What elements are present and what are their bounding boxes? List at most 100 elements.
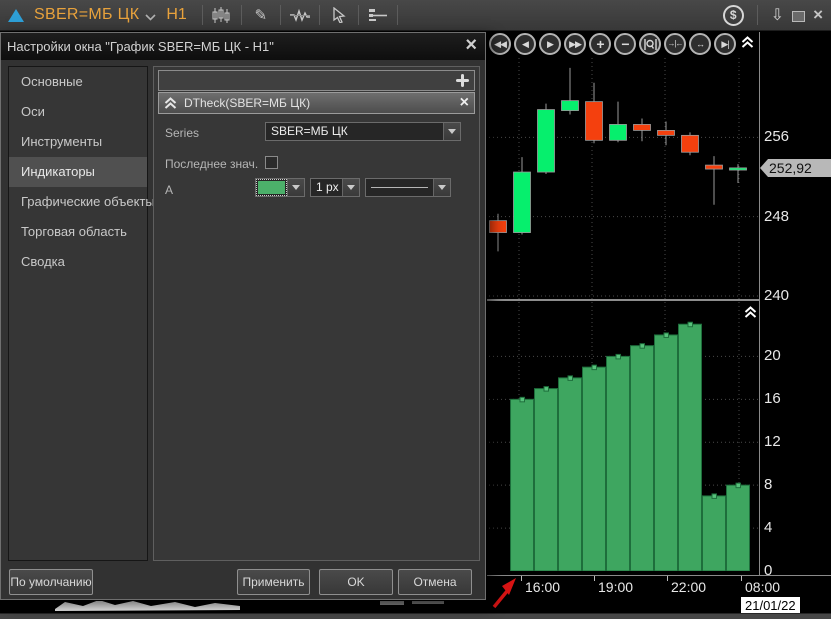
- sidebar-item[interactable]: Основные: [9, 67, 147, 97]
- zoom-in-icon[interactable]: +: [589, 33, 611, 55]
- app-logo-icon: [8, 9, 24, 22]
- last-value-label: Последнее знач.: [165, 157, 258, 171]
- line-a-label: A: [165, 183, 173, 197]
- step-backward-icon[interactable]: ◀: [514, 33, 536, 55]
- time-axis-tick: [741, 576, 742, 581]
- main-toolbar: SBER=МБ ЦК H1 ✎: [0, 0, 831, 31]
- watermark-logo: [55, 598, 255, 612]
- time-axis-tick: [594, 576, 595, 581]
- series-label: Series: [165, 126, 199, 140]
- candlestick-chart: [485, 58, 759, 299]
- chart-nav-toolbar: ◀◀◀▶▶▶+−→|←↔▶|: [489, 33, 736, 57]
- time-axis-label: 22:00: [671, 579, 706, 595]
- line-style-sample: [366, 179, 433, 196]
- download-icon[interactable]: ⇩: [771, 5, 784, 25]
- go-to-end-icon[interactable]: ▶|: [714, 33, 736, 55]
- zoom-out-icon[interactable]: −: [614, 33, 636, 55]
- series-value: SBER=МБ ЦК: [266, 123, 443, 140]
- levels-icon[interactable]: [364, 3, 392, 27]
- price-axis-label: 248: [764, 208, 789, 225]
- indicator-panel-icon[interactable]: [286, 3, 314, 27]
- value-axis-label: 8: [764, 476, 772, 493]
- sidebar-item[interactable]: Инструменты: [9, 127, 147, 157]
- indicator-bar-chart: [485, 302, 759, 571]
- collapse-toolbar-icon[interactable]: [741, 36, 754, 49]
- dialog-title: Настройки окна "График SBER=МБ ЦК - H1": [7, 39, 274, 54]
- toolbar-separator: [757, 5, 758, 25]
- collapse-pane-icon[interactable]: [744, 306, 757, 319]
- obscured-axis-text: [380, 600, 404, 605]
- line-color-swatch: [258, 181, 285, 194]
- dialog-title-bar[interactable]: Настройки окна "График SBER=МБ ЦК - H1" …: [1, 33, 485, 60]
- window-controls: $ ⇩ ×: [723, 5, 831, 26]
- toolbar-separator: [241, 5, 242, 25]
- dropdown-arrow-icon[interactable]: [342, 179, 359, 196]
- ok-button[interactable]: OK: [319, 569, 393, 595]
- date-tag: 21/01/22: [741, 597, 800, 614]
- cancel-button[interactable]: Отмена: [398, 569, 472, 595]
- sidebar-item[interactable]: Торговая область: [9, 217, 147, 247]
- remove-indicator-icon[interactable]: ×: [455, 94, 474, 112]
- line-color-select[interactable]: [255, 178, 305, 197]
- dropdown-arrow-icon[interactable]: [443, 123, 460, 140]
- step-forward-icon[interactable]: ▶: [539, 33, 561, 55]
- indicator-header[interactable]: DTheck(SBER=МБ ЦК) ×: [158, 92, 475, 114]
- bar-width-icon[interactable]: ↔: [689, 33, 711, 55]
- compress-horizontal-icon[interactable]: →|←: [664, 33, 686, 55]
- settings-dialog: Настройки окна "График SBER=МБ ЦК - H1" …: [0, 32, 486, 600]
- toolbar-separator: [358, 5, 359, 25]
- dropdown-arrow-icon[interactable]: [433, 179, 450, 196]
- value-axis-label: 4: [764, 519, 772, 536]
- instrument-selector: SBER=МБ ЦК H1 ✎: [0, 0, 403, 30]
- value-axis-label: 12: [764, 433, 781, 450]
- currency-icon[interactable]: $: [723, 5, 744, 26]
- add-indicator-icon[interactable]: [456, 74, 469, 87]
- sidebar-item[interactable]: Сводка: [9, 247, 147, 277]
- dialog-close-icon[interactable]: ×: [465, 33, 477, 58]
- price-tag-arrow: [760, 159, 768, 177]
- value-axis-label: 0: [764, 562, 772, 579]
- pane-splitter[interactable]: [485, 299, 760, 301]
- window-bottom-border: [0, 613, 831, 619]
- restore-window-icon[interactable]: [792, 11, 805, 22]
- cursor-icon[interactable]: [325, 3, 353, 27]
- time-axis-label: 08:00: [745, 579, 780, 595]
- fast-backward-icon[interactable]: ◀◀: [489, 33, 511, 55]
- current-price-tag: 252,92: [760, 159, 831, 177]
- price-axis-label: 240: [764, 287, 789, 304]
- collapse-indicator-icon[interactable]: [159, 97, 177, 110]
- series-select[interactable]: SBER=МБ ЦК: [265, 122, 461, 141]
- sidebar-item[interactable]: Индикаторы: [9, 157, 147, 187]
- time-axis-line: [485, 575, 831, 576]
- red-arrow-annotation: [488, 574, 523, 614]
- toolbar-separator: [280, 5, 281, 25]
- dropdown-arrow-icon[interactable]: [287, 179, 304, 196]
- timeframe-label[interactable]: H1: [166, 6, 186, 24]
- sidebar-item[interactable]: Оси: [9, 97, 147, 127]
- candlestick-chart-icon[interactable]: [208, 3, 236, 27]
- close-window-icon[interactable]: ×: [813, 8, 823, 22]
- indicators-panel: DTheck(SBER=МБ ЦК) × Series SBER=МБ ЦК П…: [153, 66, 480, 561]
- ticker-dropdown-icon[interactable]: [145, 14, 156, 21]
- ticker-label[interactable]: SBER=МБ ЦК: [34, 6, 139, 24]
- time-axis-label: 16:00: [525, 579, 560, 595]
- time-axis-label: 19:00: [598, 579, 633, 595]
- pencil-icon[interactable]: ✎: [247, 3, 275, 27]
- application-window: ◀◀◀▶▶▶+−→|←↔▶| 252,92 21/01/22 SBER=МБ Ц…: [0, 0, 831, 619]
- zoom-region-icon[interactable]: [639, 33, 661, 55]
- sidebar-item[interactable]: Графические объекты: [9, 187, 147, 217]
- time-axis-tick: [667, 576, 668, 581]
- obscured-axis-text: [412, 600, 444, 604]
- line-style-select[interactable]: [365, 178, 451, 197]
- default-button[interactable]: По умолчанию: [9, 569, 93, 595]
- last-value-checkbox[interactable]: [265, 156, 278, 169]
- value-axis-label: 20: [764, 347, 781, 364]
- price-axis-label: 256: [764, 128, 789, 145]
- indicator-title: DTheck(SBER=МБ ЦК): [177, 96, 455, 110]
- indicator-add-row: [158, 70, 475, 91]
- line-width-select[interactable]: 1 px: [310, 178, 360, 197]
- apply-button[interactable]: Применить: [237, 569, 310, 595]
- line-width-value: 1 px: [311, 179, 342, 196]
- price-tag-value: 252,92: [768, 159, 831, 177]
- fast-forward-icon[interactable]: ▶▶: [564, 33, 586, 55]
